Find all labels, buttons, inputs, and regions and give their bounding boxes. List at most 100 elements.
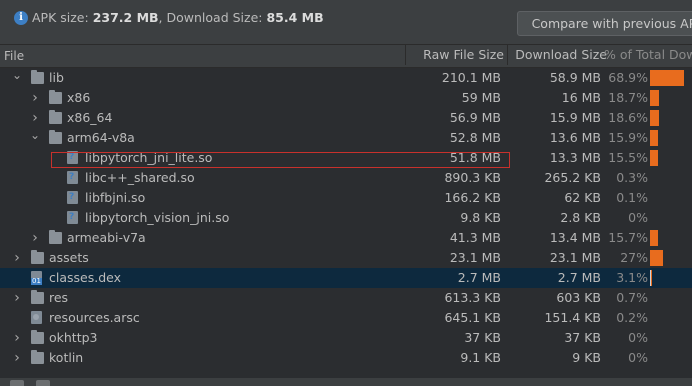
raw-size-cell: 56.9 MB (449, 110, 501, 125)
folder-icon (31, 70, 44, 84)
table-row[interactable]: ⌄ lib 210.1 MB 58.9 MB 68.9% (0, 68, 692, 88)
table-row[interactable]: libfbjni.so 166.2 KB 62 KB 0.1% (0, 188, 692, 208)
raw-size-cell: 59 MB (461, 90, 501, 105)
so-file-icon (67, 211, 78, 224)
table-row[interactable]: › x86_64 56.9 MB 15.9 MB 18.6% (0, 108, 692, 128)
file-name: lib (49, 70, 64, 85)
chevron-down-icon[interactable]: ⌄ (12, 68, 22, 88)
percent-cell: 0% (628, 210, 648, 225)
chevron-right-icon[interactable]: › (30, 108, 40, 128)
dex-file-icon (31, 271, 42, 285)
chevron-right-icon[interactable]: › (30, 228, 40, 248)
download-size-cell: 16 MB (561, 90, 601, 105)
chevron-right-icon[interactable]: › (12, 248, 22, 268)
chevron-right-icon[interactable]: › (12, 348, 22, 368)
download-size-cell: 9 KB (572, 350, 601, 365)
column-header-raw-size[interactable]: Raw File Size (405, 45, 507, 65)
table-row[interactable]: › x86 59 MB 16 MB 18.7% (0, 88, 692, 108)
table-header: File Raw File Size Download Size % of To… (0, 44, 692, 68)
folder-icon (31, 330, 44, 344)
raw-size-cell: 37 KB (464, 330, 501, 345)
percent-bar (650, 130, 658, 146)
folder-icon (49, 130, 62, 144)
percent-cell: 15.9% (608, 130, 648, 145)
table-row[interactable]: › armeabi-v7a 41.3 MB 13.4 MB 15.7% (0, 228, 692, 248)
bottom-toolbar (0, 378, 692, 386)
apk-size-value: 237.2 MB (92, 10, 159, 25)
folder-icon (31, 250, 44, 264)
percent-cell: 0.2% (616, 310, 648, 325)
download-size-cell: 13.6 MB (549, 130, 601, 145)
apk-summary: APK size: 237.2 MB, Download Size: 85.4 … (32, 10, 324, 25)
chevron-right-icon[interactable]: › (12, 288, 22, 308)
percent-bar (650, 250, 663, 266)
highlight-annotation (51, 152, 510, 168)
table-row[interactable]: libpytorch_vision_jni.so 9.8 KB 2.8 KB 0% (0, 208, 692, 228)
percent-bar (650, 270, 651, 286)
table-row[interactable]: › res 613.3 KB 603 KB 0.7% (0, 288, 692, 308)
percent-cell: 0.1% (616, 190, 648, 205)
file-name: arm64-v8a (67, 130, 135, 145)
table-row[interactable]: › kotlin 9.1 KB 9 KB 0% (0, 348, 692, 368)
file-name: x86_64 (67, 110, 113, 125)
toolbar-icon[interactable] (10, 380, 24, 386)
compare-with-previous-apk-button[interactable]: Compare with previous APK (517, 11, 692, 36)
download-size-cell: 265.2 KB (544, 170, 601, 185)
table-row[interactable]: resources.arsc 645.1 KB 151.4 KB 0.2% (0, 308, 692, 328)
folder-icon (31, 350, 44, 364)
percent-cell: 15.5% (608, 150, 648, 165)
folder-icon (49, 230, 62, 244)
folder-icon (31, 290, 44, 304)
percent-cell: 68.9% (608, 70, 648, 85)
download-size-cell: 2.8 KB (560, 210, 601, 225)
info-icon: i (14, 11, 28, 25)
chevron-right-icon[interactable]: › (12, 328, 22, 348)
so-file-icon (67, 171, 78, 184)
raw-size-cell: 166.2 KB (444, 190, 501, 205)
arsc-file-icon (31, 311, 42, 324)
download-size-cell: 23.1 MB (549, 250, 601, 265)
chevron-right-icon[interactable]: › (30, 88, 40, 108)
table-row[interactable]: classes.dex 2.7 MB 2.7 MB 3.1% (0, 268, 692, 288)
raw-size-cell: 613.3 KB (444, 290, 501, 305)
download-size-value: 85.4 MB (266, 10, 324, 25)
download-size-cell: 58.9 MB (549, 70, 601, 85)
file-name: res (49, 290, 69, 305)
raw-size-cell: 645.1 KB (444, 310, 501, 325)
download-size-cell: 2.7 MB (557, 270, 601, 285)
folder-icon (49, 110, 62, 124)
toolbar-icon[interactable] (36, 380, 50, 386)
table-row[interactable]: libc++_shared.so 890.3 KB 265.2 KB 0.3% (0, 168, 692, 188)
raw-size-cell: 2.7 MB (457, 270, 501, 285)
percent-cell: 27% (620, 250, 648, 265)
raw-size-cell: 23.1 MB (449, 250, 501, 265)
column-header-download-size[interactable]: Download Size (507, 45, 607, 65)
download-size-cell: 37 KB (564, 330, 601, 345)
percent-bar (650, 110, 659, 126)
chevron-down-icon[interactable]: ⌄ (30, 128, 40, 148)
raw-size-cell: 890.3 KB (444, 170, 501, 185)
download-size-cell: 13.4 MB (549, 230, 601, 245)
file-name: okhttp3 (49, 330, 98, 345)
download-size-cell: 151.4 KB (544, 310, 601, 325)
file-name: armeabi-v7a (67, 230, 146, 245)
file-name: resources.arsc (49, 310, 140, 325)
raw-size-cell: 52.8 MB (449, 130, 501, 145)
table-row[interactable]: ⌄ arm64-v8a 52.8 MB 13.6 MB 15.9% (0, 128, 692, 148)
file-name: kotlin (49, 350, 84, 365)
file-name: libpytorch_vision_jni.so (85, 210, 230, 225)
table-row[interactable]: › assets 23.1 MB 23.1 MB 27% (0, 248, 692, 268)
so-file-icon (67, 191, 78, 204)
percent-bar (650, 230, 658, 246)
column-header-file[interactable]: File (4, 45, 404, 68)
download-size-cell: 603 KB (556, 290, 601, 305)
download-size-cell: 13.3 MB (549, 150, 601, 165)
column-header-percent[interactable]: % of Total Download (604, 45, 692, 65)
file-name: classes.dex (49, 270, 122, 285)
raw-size-cell: 9.1 KB (460, 350, 501, 365)
table-row[interactable]: › okhttp3 37 KB 37 KB 0% (0, 328, 692, 348)
download-size-cell: 62 KB (564, 190, 601, 205)
summary-bar: i APK size: 237.2 MB, Download Size: 85.… (0, 0, 692, 44)
raw-size-cell: 9.8 KB (460, 210, 501, 225)
percent-cell: 0.3% (616, 170, 648, 185)
